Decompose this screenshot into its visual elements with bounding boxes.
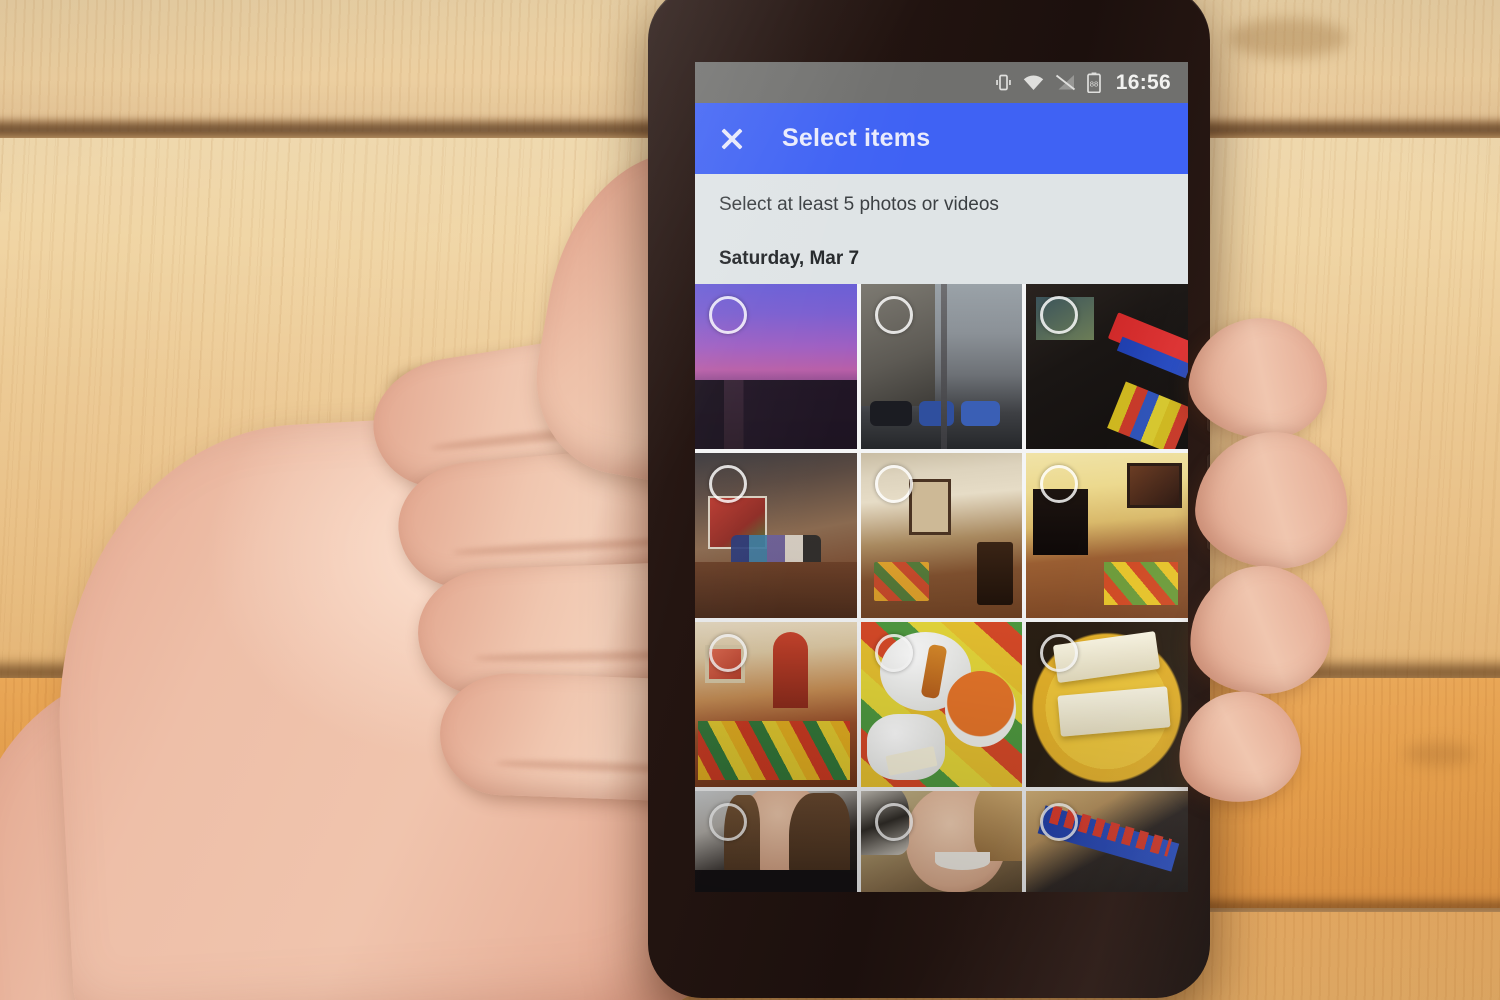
selection-checkbox-circle-icon[interactable]: [874, 464, 913, 503]
page-title: Select items: [782, 124, 931, 152]
photo-meal-plate-soup[interactable]: [860, 621, 1023, 787]
app-bar: Select items: [695, 103, 1188, 174]
selection-checkbox-circle-icon[interactable]: [1040, 802, 1079, 841]
status-bar-clock: 16:56: [1115, 70, 1171, 94]
photo-city-street-cars[interactable]: [860, 283, 1023, 449]
selection-checkbox-circle-icon[interactable]: [874, 295, 913, 334]
selection-checkbox-circle-icon[interactable]: [709, 464, 747, 503]
selection-checkbox-circle-icon[interactable]: [709, 802, 747, 841]
svg-text:88: 88: [1090, 80, 1098, 89]
photo-sunset-cityscape[interactable]: [695, 283, 857, 449]
photo-restaurant-interior-people[interactable]: [695, 452, 857, 618]
photo-restaurant-colombia-poster[interactable]: [1026, 452, 1188, 618]
photo-selfie-woman-indoors[interactable]: [695, 790, 857, 892]
cellular-signal-off-icon: [1055, 74, 1076, 91]
photo-selfie-woman-closeup[interactable]: [860, 790, 1023, 892]
photo-restaurant-booth[interactable]: [695, 621, 857, 787]
photo-restaurant-neon-sign[interactable]: [1026, 283, 1188, 449]
selection-checkbox-circle-icon[interactable]: [1040, 464, 1079, 503]
selection-checkbox-circle-icon[interactable]: [1040, 295, 1079, 334]
photo-scene: 88 16:56 Select items Select at least 5 …: [0, 0, 1500, 1000]
selection-hint-text: Select at least 5 photos or videos: [719, 194, 999, 215]
status-bar: 88 16:56: [695, 62, 1188, 103]
selection-checkbox-circle-icon[interactable]: [874, 633, 913, 672]
close-icon[interactable]: [719, 126, 745, 152]
photo-restaurant-dining-room[interactable]: [860, 452, 1023, 618]
smartphone-device: 88 16:56 Select items Select at least 5 …: [648, 0, 1210, 998]
selection-checkbox-circle-icon[interactable]: [874, 802, 913, 841]
photo-cheese-arepa-closeup[interactable]: [1026, 621, 1188, 787]
selection-checkbox-circle-icon[interactable]: [1040, 633, 1079, 672]
date-group-header: Saturday, Mar 7: [719, 247, 860, 269]
battery-icon: 88: [1086, 72, 1101, 93]
wifi-icon: [1023, 74, 1044, 91]
vibrate-icon: [995, 73, 1012, 92]
selection-checkbox-circle-icon[interactable]: [709, 633, 747, 672]
photo-restaurant-sign-blue[interactable]: [1026, 790, 1188, 892]
selection-subheader: Select at least 5 photos or videos Satur…: [695, 174, 1188, 284]
phone-screen: 88 16:56 Select items Select at least 5 …: [695, 62, 1188, 892]
photo-grid: [695, 283, 1188, 892]
selection-checkbox-circle-icon[interactable]: [709, 295, 747, 334]
